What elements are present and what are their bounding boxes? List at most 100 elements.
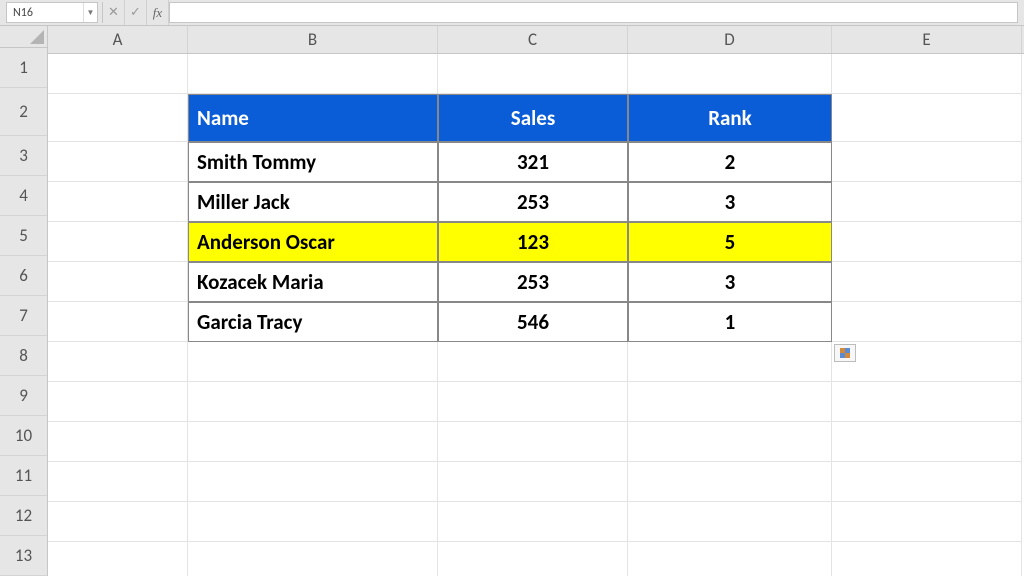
cell[interactable] (832, 502, 1022, 542)
cell[interactable] (48, 342, 188, 382)
cell[interactable] (48, 222, 188, 262)
cell[interactable] (48, 502, 188, 542)
cell-name[interactable]: Miller Jack (188, 182, 438, 222)
cell-rank[interactable]: 3 (628, 182, 832, 222)
cell[interactable] (628, 382, 832, 422)
row-header[interactable]: 13 (0, 536, 47, 576)
paste-options-icon[interactable] (834, 344, 856, 362)
table-row (48, 542, 1024, 576)
row-header[interactable]: 11 (0, 456, 47, 496)
column-header[interactable]: A (48, 26, 188, 53)
row-header[interactable]: 9 (0, 376, 47, 416)
cell[interactable] (832, 302, 1022, 342)
cell-sales[interactable]: 253 (438, 182, 628, 222)
cell[interactable] (438, 502, 628, 542)
cell[interactable] (832, 94, 1022, 142)
table-row: Anderson Oscar 123 5 (48, 222, 1024, 262)
cell[interactable] (48, 302, 188, 342)
cell[interactable] (188, 542, 438, 576)
cell[interactable] (48, 54, 188, 94)
cell[interactable] (48, 462, 188, 502)
table-row (48, 462, 1024, 502)
name-box[interactable]: N16 ▼ (6, 2, 98, 23)
row-header[interactable]: 3 (0, 136, 47, 176)
column-header[interactable]: C (438, 26, 628, 53)
cell-name[interactable]: Anderson Oscar (188, 222, 438, 262)
column-header[interactable]: E (832, 26, 1022, 53)
row-header[interactable]: 5 (0, 216, 47, 256)
cell[interactable] (832, 542, 1022, 576)
cell-name[interactable]: Smith Tommy (188, 142, 438, 182)
cell[interactable] (48, 382, 188, 422)
cell[interactable] (188, 502, 438, 542)
row-header[interactable]: 10 (0, 416, 47, 456)
cell-name[interactable]: Kozacek Maria (188, 262, 438, 302)
table-row (48, 54, 1024, 94)
cell[interactable] (832, 262, 1022, 302)
cell[interactable] (628, 462, 832, 502)
cell[interactable] (628, 342, 832, 382)
cell[interactable] (832, 54, 1022, 94)
cell-rank[interactable]: 1 (628, 302, 832, 342)
cell[interactable] (48, 262, 188, 302)
cell[interactable] (188, 422, 438, 462)
cell[interactable] (438, 382, 628, 422)
cell[interactable] (832, 462, 1022, 502)
cell[interactable] (438, 542, 628, 576)
column-headers: A B C D E (48, 26, 1024, 54)
cell[interactable] (438, 422, 628, 462)
chevron-down-icon[interactable]: ▼ (83, 3, 97, 22)
cell[interactable] (188, 462, 438, 502)
table-row: Smith Tommy 321 2 (48, 142, 1024, 182)
cell[interactable] (832, 382, 1022, 422)
cell[interactable] (628, 422, 832, 462)
cell[interactable] (48, 94, 188, 142)
cell[interactable] (188, 342, 438, 382)
formula-input[interactable] (169, 2, 1018, 23)
enter-icon[interactable]: ✓ (125, 0, 147, 25)
cell-sales[interactable]: 546 (438, 302, 628, 342)
cell[interactable] (832, 142, 1022, 182)
cell-rank[interactable]: 5 (628, 222, 832, 262)
cell[interactable] (438, 462, 628, 502)
cell[interactable] (48, 422, 188, 462)
cell[interactable] (832, 222, 1022, 262)
cell[interactable] (438, 342, 628, 382)
cell[interactable] (628, 502, 832, 542)
row-header[interactable]: 8 (0, 336, 47, 376)
row-header[interactable]: 6 (0, 256, 47, 296)
header-name[interactable]: Name (188, 94, 438, 142)
cell-sales[interactable]: 253 (438, 262, 628, 302)
fx-icon[interactable]: fx (147, 0, 169, 25)
row-header[interactable]: 7 (0, 296, 47, 336)
table-row (48, 342, 1024, 382)
row-header[interactable]: 12 (0, 496, 47, 536)
cell[interactable] (188, 54, 438, 94)
table-row: Kozacek Maria 253 3 (48, 262, 1024, 302)
header-rank[interactable]: Rank (628, 94, 832, 142)
cell[interactable] (48, 182, 188, 222)
cell-sales[interactable]: 321 (438, 142, 628, 182)
column-header[interactable]: B (188, 26, 438, 53)
cell[interactable] (832, 182, 1022, 222)
cell[interactable] (628, 542, 832, 576)
cell-sales[interactable]: 123 (438, 222, 628, 262)
cell-rank[interactable]: 2 (628, 142, 832, 182)
column-header[interactable]: D (628, 26, 832, 53)
cell[interactable] (438, 54, 628, 94)
select-all-corner[interactable] (0, 26, 47, 48)
row-header[interactable]: 2 (0, 88, 47, 136)
cell[interactable] (832, 342, 1022, 382)
row-header[interactable]: 4 (0, 176, 47, 216)
cell[interactable] (188, 382, 438, 422)
cell[interactable] (48, 142, 188, 182)
header-sales[interactable]: Sales (438, 94, 628, 142)
cell[interactable] (628, 54, 832, 94)
cell[interactable] (48, 542, 188, 576)
cell-rank[interactable]: 3 (628, 262, 832, 302)
cancel-icon[interactable]: ✕ (103, 0, 125, 25)
grid[interactable]: A B C D E Name Sales Rank (48, 26, 1024, 576)
row-header[interactable]: 1 (0, 48, 47, 88)
cell-name[interactable]: Garcia Tracy (188, 302, 438, 342)
cell[interactable] (832, 422, 1022, 462)
